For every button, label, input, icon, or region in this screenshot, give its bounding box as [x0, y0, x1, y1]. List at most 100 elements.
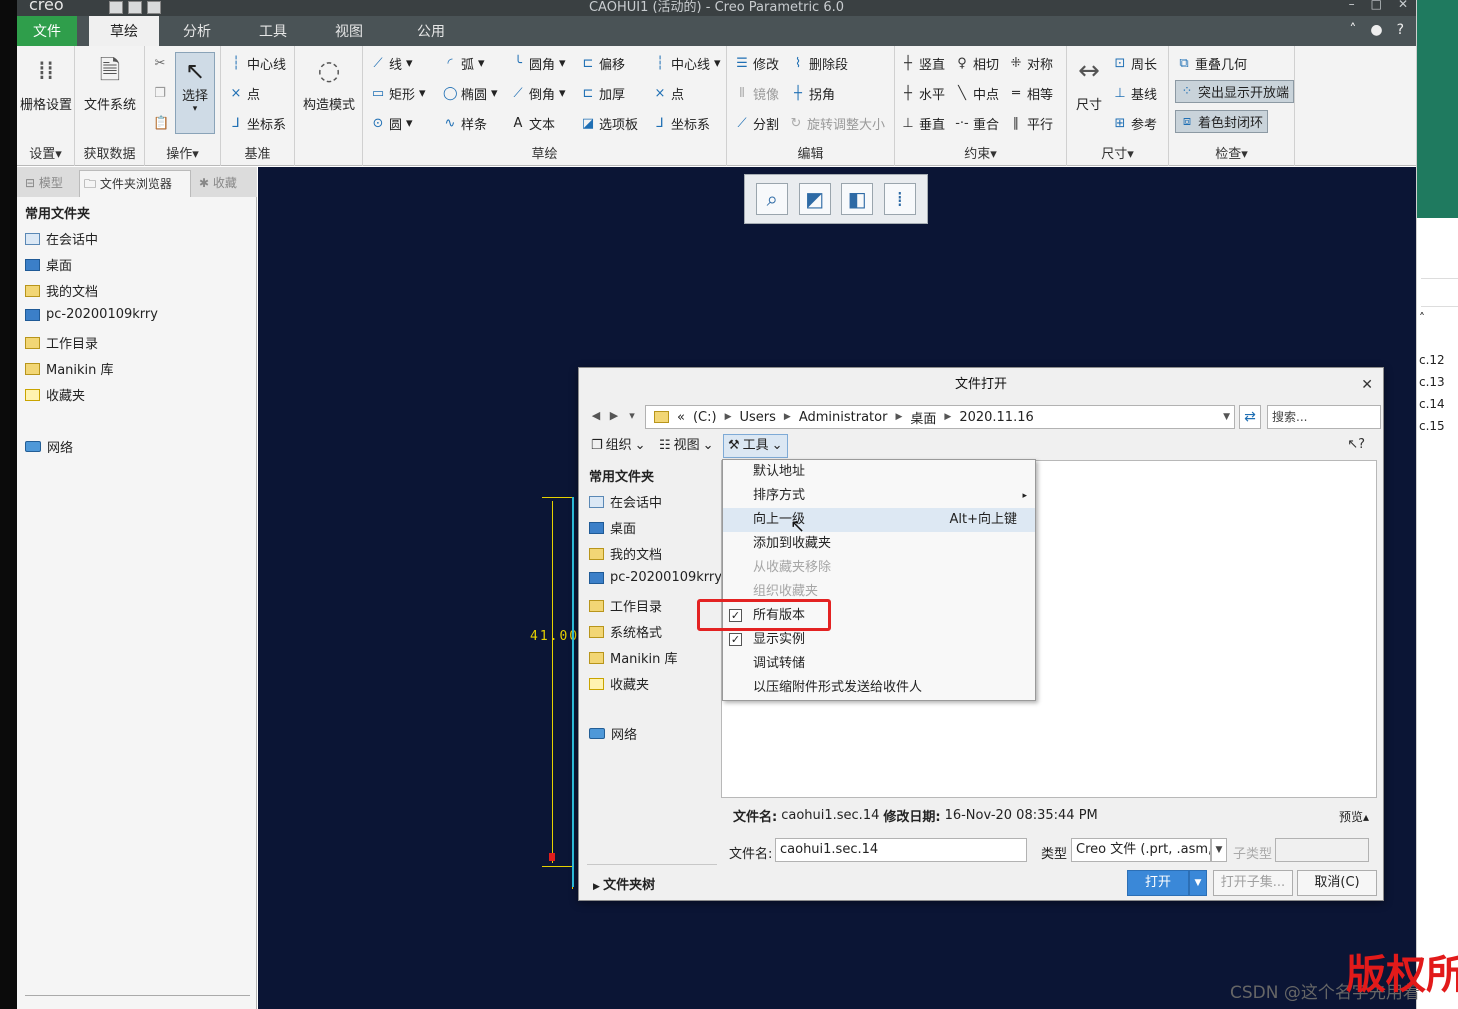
nav-item-working-directory[interactable]: 工作目录: [25, 333, 98, 352]
breadcrumb-administrator[interactable]: Administrator: [799, 410, 888, 425]
reference-button[interactable]: ⊞ 参考: [1113, 114, 1157, 133]
shade-closed-loops-button[interactable]: ⧈ 着色封闭环: [1175, 110, 1269, 133]
nav-item-my-documents[interactable]: 我的文档: [25, 281, 98, 300]
fillet-button[interactable]: ╰ 圆角 ▾: [511, 54, 565, 73]
breadcrumb-desktop[interactable]: 桌面: [910, 408, 936, 427]
dialog-item-favorites[interactable]: 收藏夹: [589, 674, 649, 693]
perimeter-button[interactable]: ⊡ 周长: [1113, 54, 1157, 73]
tools-menu[interactable]: ⚒ 工具 ⌄: [723, 434, 788, 458]
address-bar[interactable]: « (C:) ▶ Users ▶ Administrator ▶ 桌面 ▶ 20…: [645, 405, 1235, 429]
dialog-item-manikin[interactable]: Manikin 库: [589, 648, 678, 667]
dialog-item-desktop[interactable]: 桌面: [589, 518, 636, 537]
modify-button[interactable]: ☰ 修改: [735, 54, 779, 73]
tab-favorites[interactable]: ✱ 收藏: [195, 170, 253, 197]
parallel-button[interactable]: ∥ 平行: [1009, 114, 1053, 133]
dialog-item-computer[interactable]: pc-20200109krry: [589, 570, 722, 585]
breadcrumb-folder[interactable]: 2020.11.16: [959, 410, 1033, 425]
ellipse-button[interactable]: ◯ 椭圆 ▾: [443, 84, 498, 103]
open-dropdown-icon[interactable]: ▼: [1189, 870, 1207, 896]
grid-settings-button[interactable]: ⁞⁞ 栅格设置: [19, 54, 73, 113]
select-button[interactable]: ↖ 选择 ▾: [175, 52, 215, 134]
dialog-close-icon[interactable]: ✕: [1361, 377, 1373, 393]
subtype-select[interactable]: [1275, 838, 1369, 862]
strip-file-item[interactable]: c.13: [1419, 375, 1445, 389]
spline-button[interactable]: ∿ 样条: [443, 114, 487, 133]
tab-file[interactable]: 文件: [17, 16, 77, 46]
datum-centerline-button[interactable]: ┆ 中心线: [229, 54, 286, 73]
filename-input[interactable]: caohui1.sec.14: [775, 838, 1027, 862]
nav-item-in-session[interactable]: 在会话中: [25, 229, 98, 248]
symmetric-button[interactable]: ⁜ 对称: [1009, 54, 1053, 73]
nav-item-desktop[interactable]: 桌面: [25, 255, 72, 274]
zoom-icon[interactable]: ⌕: [756, 183, 789, 215]
nav-item-computer[interactable]: pc-20200109krry: [25, 307, 158, 322]
tab-common[interactable]: 公用: [401, 16, 461, 46]
type-dropdown-icon[interactable]: ▼: [1211, 838, 1227, 862]
menu-item-show-instances[interactable]: ✓ 显示实例: [723, 628, 1035, 652]
open-button[interactable]: 打开: [1127, 870, 1189, 896]
open-subset-button[interactable]: 打开子集...: [1213, 870, 1293, 896]
history-dropdown-icon[interactable]: ▾: [625, 409, 639, 423]
dimension-button[interactable]: ↔ 尺寸: [1069, 54, 1109, 113]
back-icon[interactable]: ◀: [589, 409, 603, 423]
perpendicular-button[interactable]: ⊥ 垂直: [901, 114, 945, 133]
dialog-item-working-directory[interactable]: 工作目录: [589, 596, 662, 615]
nav-item-network[interactable]: 网络: [25, 437, 73, 456]
line-button[interactable]: ⟋ 线 ▾: [371, 54, 412, 73]
construction-mode-button[interactable]: ◌ 构造模式: [299, 54, 359, 113]
datum-point-button[interactable]: × 点: [229, 84, 260, 103]
sketch-point-button[interactable]: × 点: [653, 84, 684, 103]
arc-button[interactable]: ◜ 弧 ▾: [443, 54, 484, 73]
file-system-button[interactable]: 🗎 文件系统: [79, 54, 141, 113]
menu-item-up-one-level[interactable]: 向上一级 Alt+向上键: [723, 508, 1035, 532]
breadcrumb-users[interactable]: Users: [740, 410, 776, 425]
refresh-icon[interactable]: ⇄: [1239, 405, 1261, 429]
organize-menu[interactable]: ❐ 组织 ⌄: [591, 434, 646, 458]
dialog-item-my-documents[interactable]: 我的文档: [589, 544, 662, 563]
minimize-icon[interactable]: –: [1349, 0, 1355, 11]
cancel-button[interactable]: 取消(C): [1297, 870, 1377, 896]
menu-item-send-as-attachment[interactable]: 以压缩附件形式发送给收件人: [723, 676, 1035, 700]
vertical-button[interactable]: ┼ 竖直: [901, 54, 945, 73]
breadcrumb-drive[interactable]: (C:): [693, 410, 717, 425]
folder-tree-toggle[interactable]: ▶ 文件夹树: [593, 874, 655, 893]
overlap-geometry-button[interactable]: ⧉ 重叠几何: [1177, 54, 1247, 73]
text-button[interactable]: A 文本: [511, 114, 555, 133]
equal-button[interactable]: ═ 相等: [1009, 84, 1053, 103]
thicken-button[interactable]: ⊏ 加厚: [581, 84, 625, 103]
chamfer-button[interactable]: ⟋ 倒角 ▾: [511, 84, 565, 103]
dialog-item-network[interactable]: 网络: [589, 724, 637, 743]
palette-button[interactable]: ◪ 选项板: [581, 114, 638, 133]
maximize-icon[interactable]: □: [1371, 0, 1382, 11]
close-icon[interactable]: ✕: [1398, 0, 1408, 11]
collapse-ribbon-icon[interactable]: ˄: [1349, 22, 1356, 38]
offset-button[interactable]: ⊏ 偏移: [581, 54, 625, 73]
tab-view[interactable]: 视图: [319, 16, 379, 46]
search-input[interactable]: 搜索...: [1267, 405, 1381, 429]
dialog-item-system-formats[interactable]: 系统格式: [589, 622, 662, 641]
highlight-open-ends-button[interactable]: ⁘ 突出显示开放端: [1175, 80, 1295, 103]
mirror-button[interactable]: ⫴ 镜像: [735, 84, 779, 103]
views-menu[interactable]: ☷ 视图 ⌄: [659, 434, 714, 458]
circle-button[interactable]: ⊙ 圆 ▾: [371, 114, 413, 133]
context-help-icon[interactable]: ↖?: [1347, 437, 1365, 452]
settings-group-label[interactable]: 设置▾: [17, 143, 74, 162]
menu-item-default-location[interactable]: 默认地址: [723, 460, 1035, 484]
datum-coordsys-button[interactable]: ⅃ 坐标系: [229, 114, 286, 133]
rectangle-button[interactable]: ▭ 矩形 ▾: [371, 84, 426, 103]
divide-button[interactable]: ⟋ 分割: [735, 114, 779, 133]
tangent-button[interactable]: ♀ 相切: [955, 54, 999, 73]
constrain-group-label[interactable]: 约束▾: [895, 143, 1066, 162]
strip-file-item[interactable]: c.15: [1419, 419, 1445, 433]
cut-icon[interactable]: ✂: [153, 56, 167, 71]
search-help-icon[interactable]: ●: [1370, 22, 1382, 38]
help-icon[interactable]: ?: [1397, 22, 1404, 38]
sketch-centerline-button[interactable]: ┆ 中心线 ▾: [653, 54, 720, 73]
checkbox-checked-icon[interactable]: ✓: [729, 633, 742, 646]
menu-item-sort-by[interactable]: 排序方式 ▸: [723, 484, 1035, 508]
menu-item-add-to-favorites[interactable]: 添加到收藏夹: [723, 532, 1035, 556]
rotate-resize-button[interactable]: ↻ 旋转调整大小: [789, 114, 885, 133]
scroll-up-icon[interactable]: ˄: [1419, 311, 1425, 325]
tab-folder-browser[interactable]: 🗀 文件夹浏览器: [79, 170, 191, 197]
nav-item-favorites[interactable]: 收藏夹: [25, 385, 85, 404]
